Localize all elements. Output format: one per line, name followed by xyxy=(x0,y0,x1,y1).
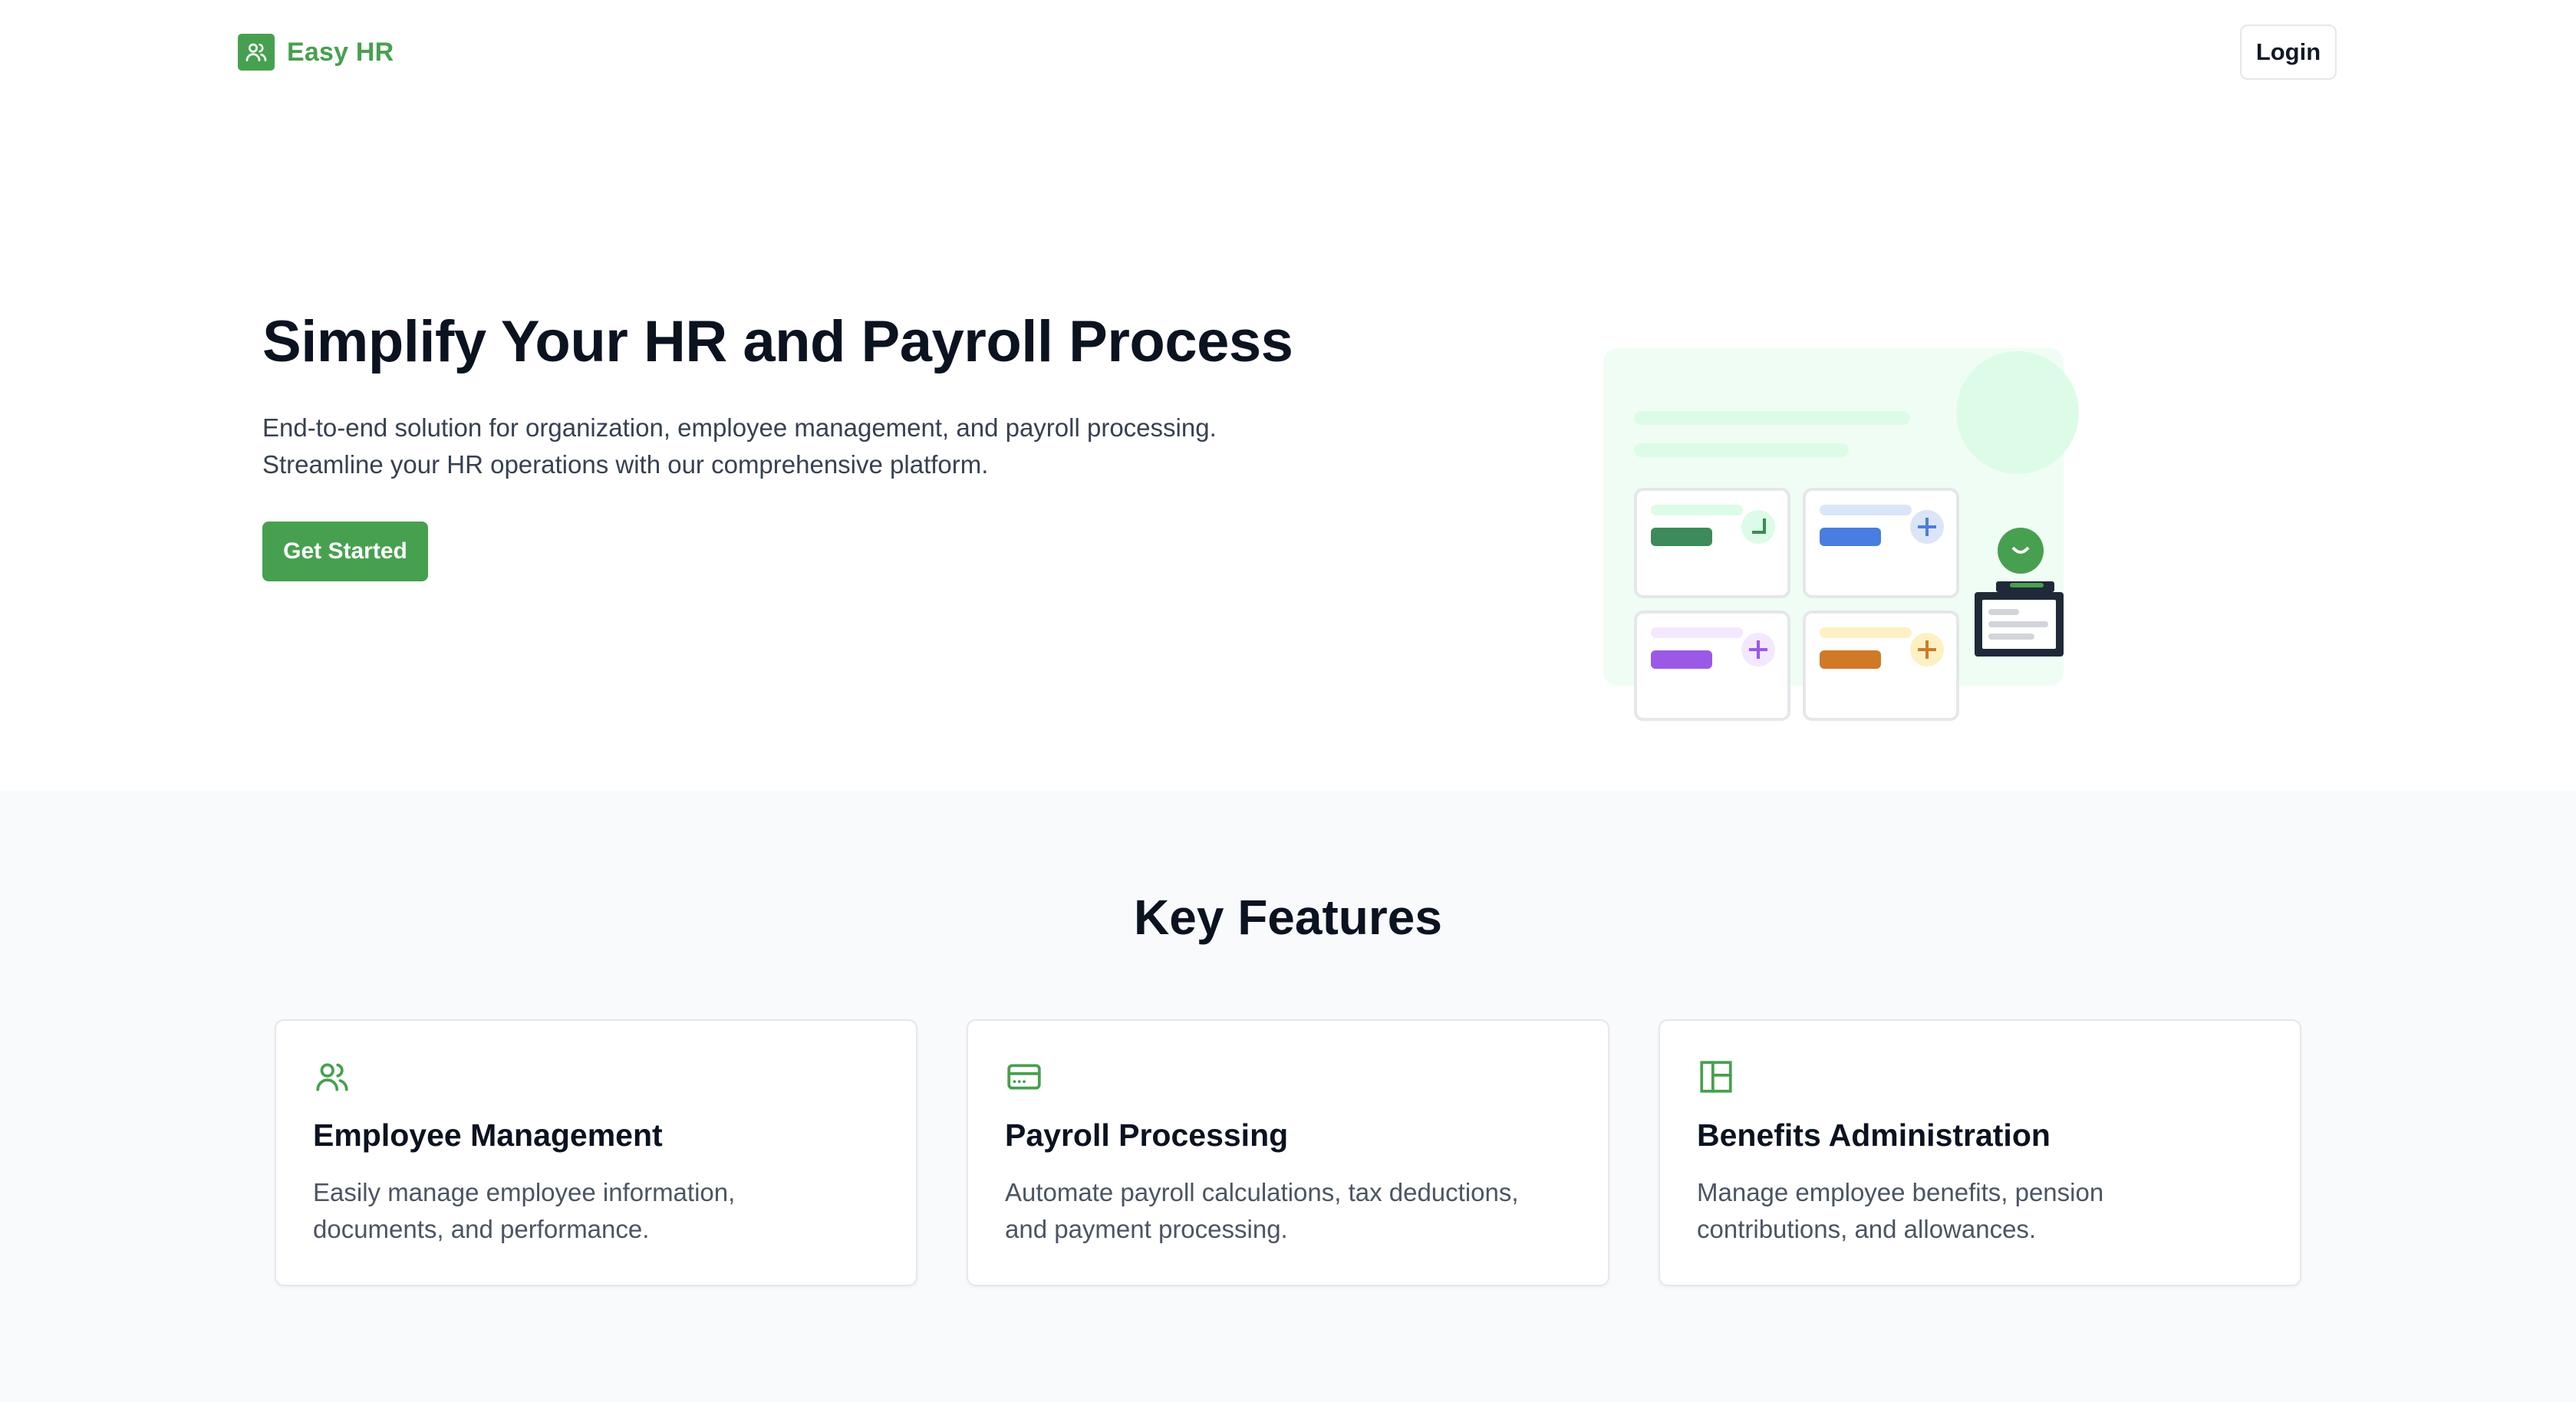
brand-name: Easy HR xyxy=(287,37,394,67)
feature-card-payroll-processing: Payroll Processing Automate payroll calc… xyxy=(967,1019,1609,1286)
features-section: Key Features Employee Management Easily … xyxy=(0,791,2576,1402)
feature-card-benefits-administration: Benefits Administration Manage employee … xyxy=(1659,1019,2301,1286)
features-title: Key Features xyxy=(1134,890,1442,945)
feature-description-line: and payment processing. xyxy=(1005,1215,1288,1243)
feature-card-employee-management: Employee Management Easily manage employ… xyxy=(275,1019,917,1286)
feature-description-line: contributions, and allowances. xyxy=(1697,1215,2037,1243)
feature-description: Manage employee benefits, pension contri… xyxy=(1697,1174,2265,1248)
feature-title: Employee Management xyxy=(313,1117,663,1153)
hero-title: Simplify Your HR and Payroll Process xyxy=(262,309,1293,374)
feature-description-line: Manage employee benefits, pension xyxy=(1697,1178,2104,1206)
users-icon xyxy=(316,1063,348,1091)
feature-description-line: Easily manage employee information, xyxy=(313,1178,736,1206)
hero-description-line: Streamline your HR operations with our c… xyxy=(262,450,989,479)
hero-description-line: End-to-end solution for organization, em… xyxy=(262,413,1217,442)
get-started-button[interactable]: Get Started xyxy=(262,522,428,581)
illustration-circle xyxy=(1956,351,2079,474)
feature-title: Payroll Processing xyxy=(1005,1117,1289,1153)
feature-title: Benefits Administration xyxy=(1697,1117,2051,1153)
dashboard-illustration xyxy=(1603,348,2079,721)
illustration-bar xyxy=(1634,411,1910,425)
feature-description: Automate payroll calculations, tax deduc… xyxy=(1005,1174,1573,1248)
login-button[interactable]: Login xyxy=(2240,25,2337,80)
top-navbar: Easy HR Login xyxy=(0,0,2576,103)
feature-description: Easily manage employee information, docu… xyxy=(313,1174,881,1248)
feature-description-line: documents, and performance. xyxy=(313,1215,650,1243)
feature-description-line: Automate payroll calculations, tax deduc… xyxy=(1005,1178,1519,1206)
credit-card-icon xyxy=(1007,1064,1041,1090)
illustration-bar xyxy=(1634,443,1849,457)
hero-description: End-to-end solution for organization, em… xyxy=(262,410,1336,483)
brand-logo[interactable]: Easy HR xyxy=(238,34,394,71)
layout-icon xyxy=(1700,1061,1732,1093)
users-icon xyxy=(238,34,275,71)
hero-section: Simplify Your HR and Payroll Process End… xyxy=(0,103,2576,791)
